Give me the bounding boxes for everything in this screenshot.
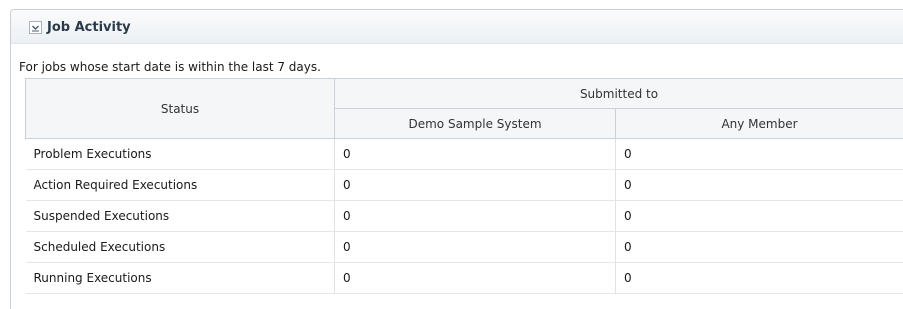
cell-any-member[interactable]: 0 (614, 138, 903, 170)
table-row: Action Required Executions 0 0 (25, 169, 903, 201)
cell-any-member[interactable]: 0 (614, 231, 903, 263)
cell-any-member[interactable]: 0 (614, 169, 903, 201)
panel-header: Job Activity (11, 10, 903, 44)
cell-demo-sample-system[interactable]: 0 (334, 262, 616, 294)
cell-demo-sample-system[interactable]: 0 (334, 169, 616, 201)
status-column-header[interactable]: Status (25, 78, 335, 139)
row-label: Suspended Executions (25, 200, 335, 232)
cell-demo-sample-system[interactable]: 0 (334, 138, 616, 170)
column-header-demo-sample-system[interactable]: Demo Sample System (334, 108, 616, 139)
job-activity-table: Status Submitted to Demo Sample System A… (25, 78, 903, 294)
cell-any-member[interactable]: 0 (614, 200, 903, 232)
row-label: Problem Executions (25, 138, 335, 170)
row-label: Running Executions (25, 262, 335, 294)
cell-demo-sample-system[interactable]: 0 (334, 231, 616, 263)
table-row: Problem Executions 0 0 (25, 138, 903, 170)
table-row: Scheduled Executions 0 0 (25, 231, 903, 263)
table-row: Running Executions 0 0 (25, 262, 903, 294)
cell-demo-sample-system[interactable]: 0 (334, 200, 616, 232)
column-header-any-member[interactable]: Any Member (614, 108, 903, 139)
row-label: Action Required Executions (25, 169, 335, 201)
row-label: Scheduled Executions (25, 231, 335, 263)
submitted-to-group-header: Submitted to (333, 78, 903, 109)
table-row: Suspended Executions 0 0 (25, 200, 903, 232)
cell-any-member[interactable]: 0 (614, 262, 903, 294)
panel-subtitle: For jobs whose start date is within the … (19, 60, 321, 74)
collapse-chevron-icon[interactable] (29, 21, 42, 34)
panel-title: Job Activity (47, 20, 131, 35)
